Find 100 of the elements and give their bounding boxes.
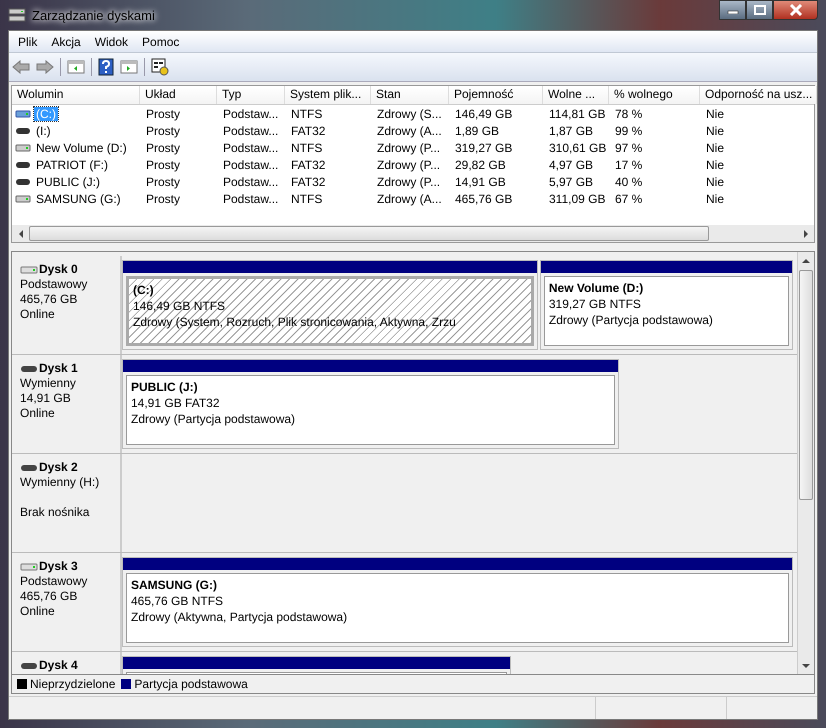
table-cell: Podstaw...: [223, 140, 278, 154]
disk-name: Dysk 1: [39, 361, 78, 376]
column-header[interactable]: Stan: [371, 86, 449, 104]
partition-info: Zdrowy (System, Rozruch, Plik stronicowania, Aktywna, Zrzu: [133, 314, 457, 330]
table-cell: FAT32: [291, 174, 326, 188]
partition-info: 319,27 GB NTFS: [548, 296, 642, 312]
volume-name[interactable]: SAMSUNG (G:): [34, 192, 123, 206]
table-cell: Zdrowy (P...: [377, 174, 440, 188]
table-cell: 1,87 GB: [549, 124, 594, 138]
removable-drive-icon: [15, 160, 31, 170]
hard-drive-icon: [15, 108, 31, 118]
partition-title: PUBLIC (J:): [131, 379, 199, 395]
scrollbar-thumb[interactable]: [29, 226, 709, 241]
panel-icon[interactable]: [67, 59, 85, 75]
column-header[interactable]: Wolumin: [12, 86, 140, 104]
hard-drive-icon: [20, 264, 38, 274]
disk-info: Wymienny: [20, 376, 77, 391]
minimize-button[interactable]: [719, 0, 746, 20]
table-cell: Prosty: [146, 140, 180, 154]
close-button[interactable]: [773, 0, 818, 20]
vertical-scrollbar[interactable]: [797, 252, 814, 674]
window-title: Zarządzanie dyskami: [32, 8, 155, 22]
partition[interactable]: SAMSUNG (G:) 465,76 GB NTFS Zdrowy (Aktywna, Partycja podstawowa): [122, 557, 793, 647]
removable-drive-icon: [20, 364, 38, 374]
table-cell: Prosty: [146, 124, 180, 138]
table-cell: Nie: [706, 140, 724, 154]
partition-info: 14,91 GB FAT32: [131, 395, 220, 411]
scrollbar-thumb[interactable]: [799, 270, 813, 500]
horizontal-scrollbar[interactable]: [11, 225, 815, 243]
table-cell: Podstaw...: [223, 106, 278, 120]
partition-title: New Volume (D:): [548, 280, 644, 296]
legend-label: Nieprzydzielone: [30, 677, 116, 691]
table-cell: 465,76 GB: [455, 192, 512, 206]
disk-info: Online: [20, 307, 56, 322]
table-cell: Prosty: [146, 158, 180, 172]
table-cell: 17 %: [615, 158, 642, 172]
table-cell: Nie: [706, 192, 724, 206]
table-cell: 114,81 GB: [549, 106, 606, 120]
table-cell: NTFS: [291, 106, 322, 120]
partition-info: Zdrowy (Partycja podstawowa): [548, 312, 714, 328]
column-header[interactable]: Typ: [217, 86, 285, 104]
disk-name: Dysk 4: [39, 658, 78, 673]
table-cell: 1,89 GB: [455, 124, 500, 138]
table-cell: Zdrowy (A...: [377, 192, 442, 206]
column-header[interactable]: % wolnego: [609, 86, 700, 104]
removable-drive-icon: [20, 462, 38, 472]
column-header[interactable]: Wolne ...: [543, 86, 609, 104]
menu-item[interactable]: Pomoc: [135, 34, 186, 48]
hard-drive-icon: [15, 194, 31, 204]
menu-item[interactable]: Akcja: [44, 34, 88, 48]
volume-name[interactable]: (I:): [34, 124, 53, 138]
table-cell: 146,49 GB: [455, 106, 512, 120]
disk-info: Podstawowy: [20, 277, 88, 292]
table-cell: Nie: [706, 106, 724, 120]
menu-item[interactable]: Widok: [88, 34, 136, 48]
column-header[interactable]: Odporność na usz...: [700, 86, 817, 104]
partition-title: SAMSUNG (G:): [131, 577, 218, 593]
partition[interactable]: New Volume (D:) 319,27 GB NTFS Zdrowy (Partycja podstawowa): [540, 260, 794, 350]
table-cell: Zdrowy (P...: [377, 158, 440, 172]
table-cell: FAT32: [291, 124, 326, 138]
panel-icon[interactable]: [120, 59, 138, 75]
forward-icon[interactable]: [36, 60, 54, 74]
properties-icon[interactable]: [151, 58, 169, 76]
help-icon[interactable]: [98, 58, 114, 76]
disk-info: Brak nośnika: [20, 505, 90, 520]
disk-name: Dysk 3: [39, 559, 78, 574]
table-cell: 5,97 GB: [549, 174, 594, 188]
hard-drive-icon: [20, 562, 38, 572]
partition-info: Zdrowy (Partycja podstawowa): [131, 411, 296, 427]
disk-management-icon: [8, 7, 26, 23]
table-cell: Podstaw...: [223, 158, 278, 172]
volume-name[interactable]: PUBLIC (J:): [34, 174, 102, 188]
menu-item[interactable]: Plik: [11, 34, 44, 48]
table-cell: Prosty: [146, 174, 180, 188]
disk-info: Wymienny (H:): [20, 475, 100, 490]
disk-name: Dysk 0: [39, 262, 78, 277]
volume-name[interactable]: New Volume (D:): [34, 140, 129, 154]
table-cell: Nie: [706, 174, 724, 188]
table-cell: Prosty: [146, 106, 180, 120]
table-cell: Nie: [706, 158, 724, 172]
table-cell: NTFS: [291, 140, 322, 154]
column-header[interactable]: System plik...: [285, 86, 371, 104]
table-cell: 99 %: [615, 124, 642, 138]
back-icon[interactable]: [12, 60, 30, 74]
maximize-button[interactable]: [746, 0, 773, 20]
partition[interactable]: (C:) 146,49 GB NTFS Zdrowy (System, Rozruch, Plik stronicowania, Aktywna, Zrzu: [122, 260, 538, 350]
table-cell: 67 %: [615, 192, 642, 206]
table-cell: NTFS: [291, 192, 322, 206]
column-header[interactable]: Układ: [140, 86, 217, 104]
table-cell: 14,91 GB: [455, 174, 506, 188]
table-cell: Podstaw...: [223, 174, 278, 188]
table-cell: 310,61 GB: [549, 140, 606, 154]
disk-info: Online: [20, 604, 56, 619]
table-cell: Podstaw...: [223, 192, 278, 206]
table-cell: 78 %: [615, 106, 642, 120]
column-header[interactable]: Pojemność: [449, 86, 543, 104]
maximize-icon: [754, 5, 766, 15]
partition-info: Zdrowy (Aktywna, Partycja podstawowa): [131, 609, 348, 625]
volume-name[interactable]: PATRIOT (F:): [34, 158, 110, 172]
partition[interactable]: PUBLIC (J:) 14,91 GB FAT32 Zdrowy (Partycja podstawowa): [122, 359, 619, 449]
